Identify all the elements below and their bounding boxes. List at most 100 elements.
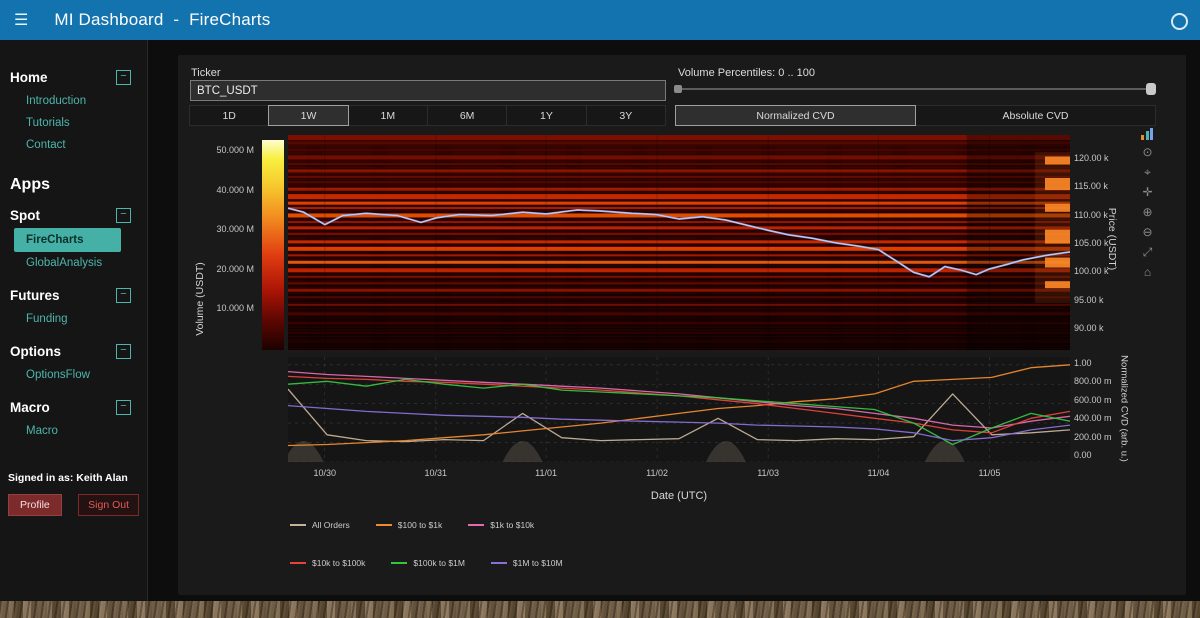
- legend-row: $10k to $100k $100k to $1M $1M to $10M: [290, 558, 563, 568]
- tick-label: 800.00 m: [1074, 376, 1112, 386]
- camera-icon[interactable]: ⊙: [1140, 145, 1155, 160]
- home-items: Introduction Tutorials Contact: [14, 90, 147, 156]
- slider-handle-max[interactable]: [1146, 83, 1156, 95]
- tick-label: 50.000 M: [216, 145, 254, 155]
- tick-label: 90.00 k: [1074, 323, 1104, 333]
- sidebar-item-introduction[interactable]: Introduction: [14, 90, 147, 112]
- ticker-input[interactable]: [190, 80, 666, 101]
- tick-label: 40.000 M: [216, 185, 254, 195]
- sidebar-section-spot: Spot −: [0, 208, 147, 223]
- date-tick-label: 10/30: [313, 468, 336, 478]
- tick-label: 100.00 k: [1074, 266, 1109, 276]
- timeframe-1y-button[interactable]: 1Y: [506, 105, 586, 126]
- date-tick-label: 11/03: [757, 468, 779, 478]
- legend-swatch: [290, 524, 306, 526]
- timeframe-selector: 1D 1W 1M 6M 1Y 3Y: [190, 105, 666, 126]
- status-circle-icon[interactable]: [1171, 13, 1188, 30]
- plotly-logo-icon[interactable]: [1141, 128, 1154, 140]
- zoom-out-icon[interactable]: ⊖: [1140, 225, 1155, 240]
- hamburger-menu-icon[interactable]: ☰: [14, 10, 28, 30]
- legend-label: $100 to $1k: [398, 520, 442, 530]
- tick-label: 20.000 M: [216, 264, 254, 274]
- legend-label: $1M to $10M: [513, 558, 563, 568]
- tick-label: 400.00 m: [1074, 413, 1112, 423]
- spot-items: FireCharts GlobalAnalysis: [14, 228, 147, 274]
- sign-out-button[interactable]: Sign Out: [78, 494, 139, 516]
- collapse-icon[interactable]: −: [116, 400, 131, 415]
- slider-handle-min[interactable]: [674, 85, 682, 93]
- timeframe-3y-button[interactable]: 3Y: [586, 105, 666, 126]
- zoom-icon[interactable]: ⌖: [1140, 165, 1155, 180]
- legend-label: All Orders: [312, 520, 350, 530]
- collapse-icon[interactable]: −: [116, 288, 131, 303]
- date-axis-label: Date (UTC): [619, 490, 739, 502]
- legend-swatch: [290, 562, 306, 564]
- legend-label: $10k to $100k: [312, 558, 365, 568]
- legend-item[interactable]: All Orders: [290, 520, 350, 530]
- fire-chart-heatmap[interactable]: [288, 135, 1070, 350]
- volume-percentiles-slider[interactable]: [676, 82, 1154, 96]
- tick-label: 95.00 k: [1074, 295, 1104, 305]
- collapse-icon[interactable]: −: [116, 70, 131, 85]
- sidebar-item-optionsflow[interactable]: OptionsFlow: [14, 364, 147, 386]
- sidebar-item-tutorials[interactable]: Tutorials: [14, 112, 147, 134]
- timeframe-1w-button[interactable]: 1W: [268, 105, 348, 126]
- tick-label: 1.00: [1074, 358, 1092, 368]
- legend-item[interactable]: $1M to $10M: [491, 558, 563, 568]
- tick-label: 110.00 k: [1074, 210, 1108, 220]
- legend-label: $1k to $10k: [490, 520, 534, 530]
- collapse-icon[interactable]: −: [116, 208, 131, 223]
- profile-button[interactable]: Profile: [8, 494, 62, 516]
- tick-label: 600.00 m: [1074, 395, 1112, 405]
- legend-swatch: [391, 562, 407, 564]
- cvd-axis-label: Normalized CVD (arb. u.): [1119, 329, 1130, 489]
- date-tick-label: 11/02: [646, 468, 668, 478]
- sidebar-item-firecharts[interactable]: FireCharts: [14, 228, 121, 252]
- sidebar-item-funding[interactable]: Funding: [14, 308, 147, 330]
- tick-label: 115.00 k: [1074, 181, 1108, 191]
- legend-row: All Orders $100 to $1k $1k to $10k: [290, 520, 534, 530]
- date-axis-ticks: 10/3010/3111/0111/0211/0311/0411/05: [288, 468, 1070, 480]
- pan-icon[interactable]: ✛: [1140, 185, 1155, 200]
- price-axis-label: Price (USDT): [1106, 179, 1118, 299]
- sidebar-item-globalanalysis[interactable]: GlobalAnalysis: [14, 252, 147, 274]
- volume-percentiles-label: Volume Percentiles: 0 .. 100: [678, 67, 815, 79]
- timeframe-6m-button[interactable]: 6M: [427, 105, 507, 126]
- sidebar-item-contact[interactable]: Contact: [14, 134, 147, 156]
- legend-item[interactable]: $100k to $1M: [391, 558, 465, 568]
- legend-item[interactable]: $10k to $100k: [290, 558, 365, 568]
- legend-item[interactable]: $1k to $10k: [468, 520, 534, 530]
- tick-label: 105.00 k: [1074, 238, 1109, 248]
- top-header: ☰ MI Dashboard - FireCharts: [0, 0, 1200, 40]
- sidebar-section-options: Options −: [0, 344, 147, 359]
- volume-colorbar: [262, 140, 284, 350]
- sidebar-item-macro[interactable]: Macro: [14, 420, 147, 442]
- autoscale-icon[interactable]: ⤢: [1140, 245, 1155, 260]
- reset-axes-icon[interactable]: ⌂: [1140, 265, 1155, 280]
- cvd-axis-ticks: 1.00 800.00 m 600.00 m 400.00 m 200.00 m 0.00: [1074, 358, 1144, 468]
- zoom-in-icon[interactable]: ⊕: [1140, 205, 1155, 220]
- tick-label: 0.00: [1074, 450, 1092, 460]
- ticker-label: Ticker: [191, 67, 221, 79]
- date-tick-label: 11/04: [867, 468, 889, 478]
- normalized-cvd-chart[interactable]: [288, 357, 1070, 462]
- timeframe-1m-button[interactable]: 1M: [348, 105, 428, 126]
- app-window: ☰ MI Dashboard - FireCharts Home − Intro…: [0, 0, 1200, 618]
- slider-track[interactable]: [676, 88, 1154, 90]
- options-items: OptionsFlow: [14, 364, 147, 386]
- desktop-background-strip: [0, 601, 1200, 618]
- normalized-cvd-button[interactable]: Normalized CVD: [675, 105, 916, 126]
- timeframe-1d-button[interactable]: 1D: [189, 105, 269, 126]
- tick-label: 200.00 m: [1074, 432, 1112, 442]
- firecharts-panel: Ticker Volume Percentiles: 0 .. 100 1D 1…: [178, 55, 1186, 595]
- plotly-modebar: ⊙ ⌖ ✛ ⊕ ⊖ ⤢ ⌂: [1140, 128, 1155, 280]
- macro-items: Macro: [14, 420, 147, 442]
- date-tick-label: 11/05: [979, 468, 1001, 478]
- sidebar-section-home: Home −: [0, 70, 147, 85]
- apps-heading: Apps: [10, 176, 147, 194]
- collapse-icon[interactable]: −: [116, 344, 131, 359]
- absolute-cvd-button[interactable]: Absolute CVD: [915, 105, 1156, 126]
- legend-label: $100k to $1M: [413, 558, 465, 568]
- section-label-options: Options: [10, 344, 61, 359]
- legend-item[interactable]: $100 to $1k: [376, 520, 442, 530]
